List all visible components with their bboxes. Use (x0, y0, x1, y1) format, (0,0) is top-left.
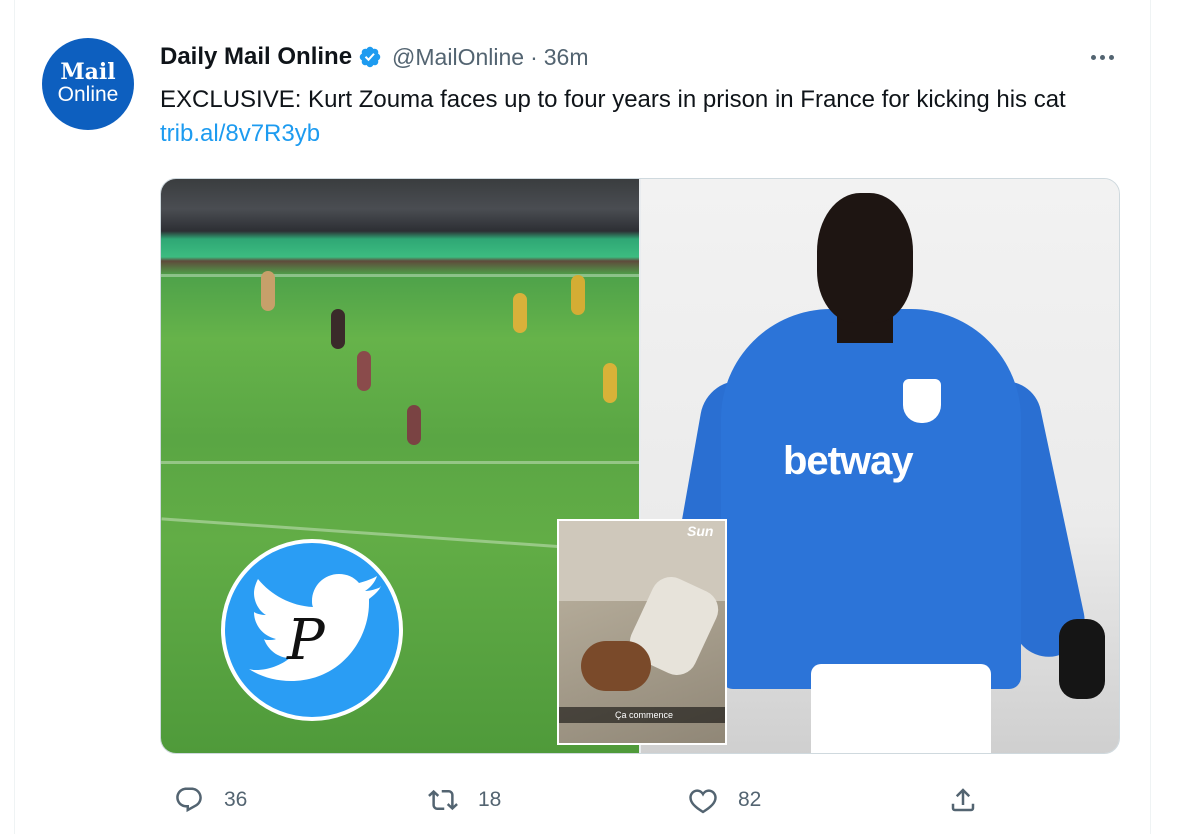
tweet-text: EXCLUSIVE: Kurt Zouma faces up to four y… (160, 83, 1120, 151)
club-crest-icon (903, 379, 941, 423)
player-figure (407, 405, 421, 445)
retweet-count: 18 (478, 788, 502, 811)
author-handle[interactable]: @MailOnline (392, 44, 524, 71)
player-figure (603, 363, 617, 403)
like-button[interactable]: 82 (688, 780, 761, 820)
tweet-media[interactable]: P betway Sun Ça commence (160, 178, 1120, 754)
verified-badge-icon (359, 46, 381, 68)
inset-video-still: Sun Ça commence (557, 519, 727, 745)
player-head (817, 193, 913, 323)
tweet-timestamp[interactable]: 36m (544, 44, 589, 71)
player-figure (357, 351, 371, 391)
reply-button[interactable]: 36 (174, 780, 247, 820)
inset-cat (581, 641, 651, 691)
player-glove (1059, 619, 1105, 699)
player-shorts (811, 664, 991, 753)
pitch-line (161, 461, 639, 464)
pitch-line (161, 274, 639, 277)
retweet-icon (428, 789, 458, 811)
svg-text:P: P (286, 608, 326, 673)
avatar-text-top: Mail (60, 58, 116, 85)
reply-count: 36 (224, 788, 248, 811)
tweet-actions: 36 18 82 (160, 780, 980, 820)
like-count: 82 (738, 788, 762, 811)
player-figure (261, 271, 275, 311)
retweet-button[interactable]: 18 (428, 780, 501, 820)
inset-caption: Ça commence (559, 707, 725, 723)
reply-icon (176, 787, 202, 813)
player-figure (571, 275, 585, 315)
shirt-sponsor-text: betway (783, 439, 914, 483)
avatar-text-bottom: Online (57, 82, 119, 106)
timeline-border-right (1150, 0, 1151, 834)
player-figure (513, 293, 527, 333)
heart-icon (689, 789, 717, 814)
more-options-icon[interactable] (1084, 44, 1120, 70)
tweet-header: Daily Mail Online @MailOnline · 36m (160, 40, 588, 74)
tweet-card[interactable]: Mail Online Daily Mail Online @MailOnlin… (14, 0, 1150, 834)
share-icon (951, 788, 975, 812)
tweet-body: EXCLUSIVE: Kurt Zouma faces up to four y… (160, 86, 1066, 113)
inset-brand-text: Sun (687, 523, 714, 539)
author-name[interactable]: Daily Mail Online (160, 43, 352, 71)
twitter-bird-watermark-icon: P (221, 539, 403, 721)
share-button[interactable] (948, 780, 978, 820)
author-avatar[interactable]: Mail Online (42, 38, 134, 130)
meta-separator: · (530, 43, 538, 70)
player-figure (331, 309, 345, 349)
tweet-link[interactable]: trib.al/8v7R3yb (160, 120, 320, 147)
player-shirt (721, 309, 1021, 689)
